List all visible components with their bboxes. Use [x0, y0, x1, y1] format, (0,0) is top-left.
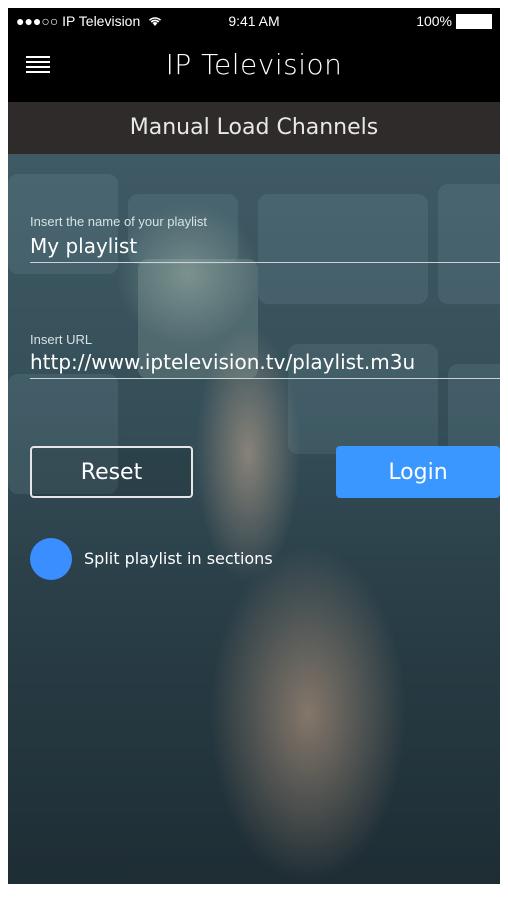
navigation-bar: IP Television	[8, 34, 500, 102]
url-underline	[30, 378, 500, 379]
playlist-name-input[interactable]: My playlist	[30, 234, 500, 258]
app-screen: ●●●○○ IP Television 9:41 AM 100% IP Tele…	[8, 8, 500, 884]
background-image	[8, 154, 500, 884]
status-bar: ●●●○○ IP Television 9:41 AM 100%	[8, 8, 500, 34]
battery-percent: 100%	[416, 13, 452, 29]
battery-indicator: 100%	[416, 13, 492, 29]
login-button[interactable]: Login	[336, 446, 500, 498]
app-title: IP Television	[165, 48, 343, 81]
split-playlist-label: Split playlist in sections	[84, 549, 273, 568]
playlist-name-label: Insert the name of your playlist	[30, 214, 208, 229]
battery-icon	[456, 13, 492, 29]
url-label: Insert URL	[30, 332, 93, 347]
login-button-label: Login	[388, 459, 448, 485]
split-playlist-toggle[interactable]	[30, 538, 72, 580]
reset-button[interactable]: Reset	[30, 446, 193, 498]
url-input[interactable]: http://www.iptelevision.tv/playlist.m3u	[30, 350, 500, 374]
reset-button-label: Reset	[80, 459, 143, 485]
section-header: Manual Load Channels	[8, 102, 500, 154]
playlist-name-underline	[30, 262, 500, 263]
section-title: Manual Load Channels	[129, 115, 379, 140]
